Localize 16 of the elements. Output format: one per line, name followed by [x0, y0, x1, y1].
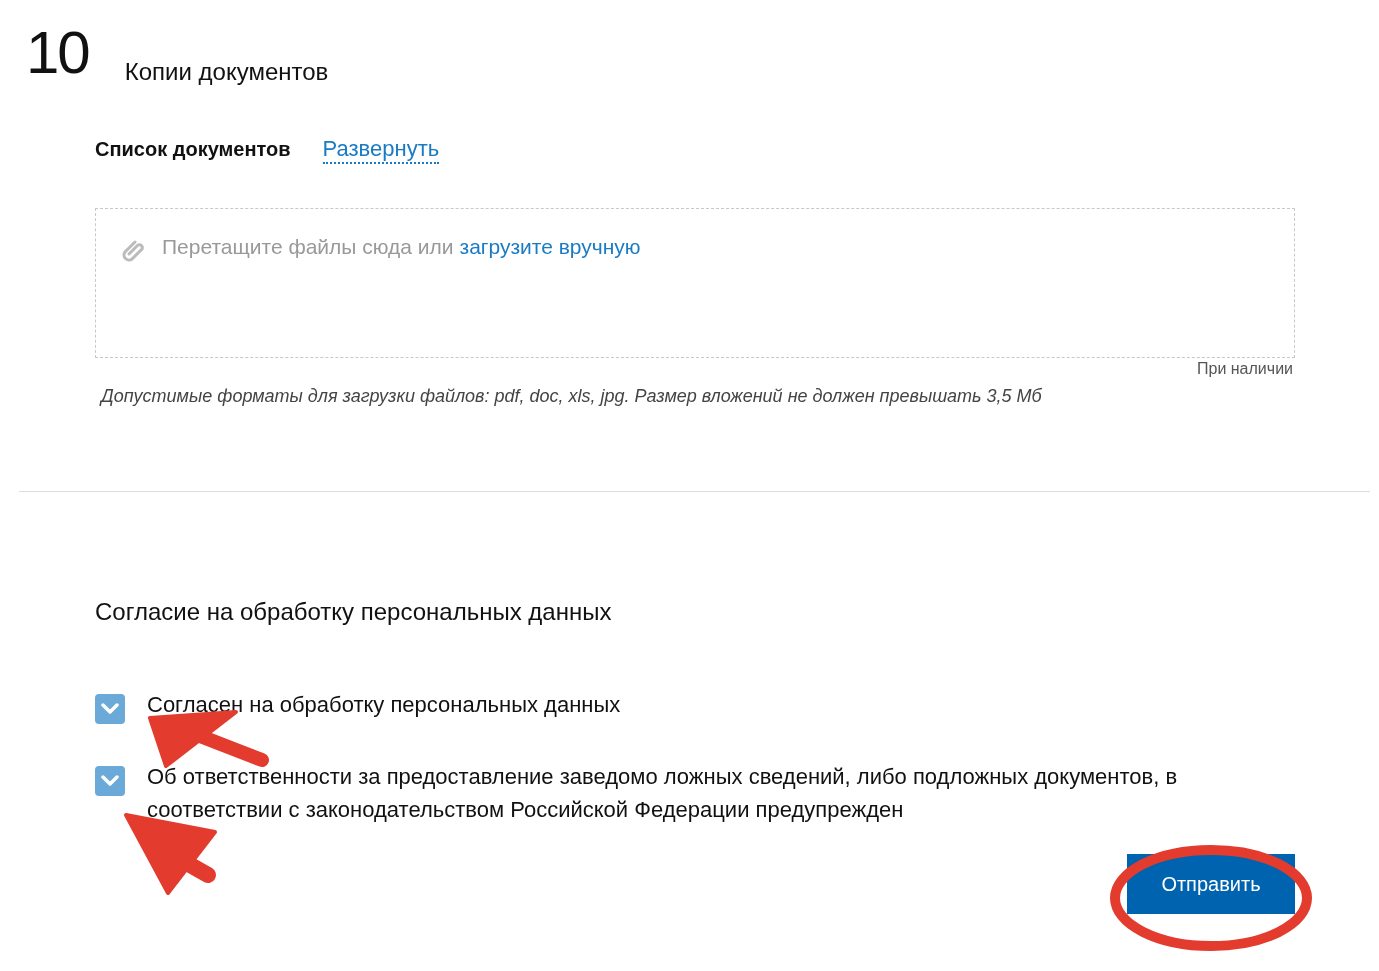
file-dropzone[interactable]: Перетащите файлы сюда или загрузите вручную: [95, 208, 1295, 358]
dropzone-prompt: Перетащите файлы сюда или: [162, 235, 454, 259]
expand-link[interactable]: Развернуть: [322, 136, 440, 164]
optional-note: При наличии: [1197, 360, 1293, 377]
check-icon: [101, 703, 119, 715]
consent-title: Согласие на обработку персональных данных: [94, 597, 613, 626]
format-hint: Допустимые форматы для загрузки файлов: pdf, doc, xls, jpg. Размер вложений не должен превышать 3,5 Мб: [98, 385, 1043, 407]
upload-link[interactable]: загрузите вручную: [459, 235, 641, 259]
check-icon: [101, 775, 119, 787]
list-label: Список документов: [95, 138, 291, 161]
section-title: Копии документов: [124, 58, 329, 86]
checkbox-label: Об ответственности за предоставление заведомо ложных сведений, либо подложных документов, в соответствии с законодательством Российской Федерации предупрежден: [147, 763, 1179, 824]
checkbox[interactable]: [95, 694, 125, 724]
checkbox-label: Согласен на обработку персональных данных: [147, 691, 621, 719]
checkbox[interactable]: [95, 766, 125, 796]
step-number: 10: [26, 22, 89, 84]
